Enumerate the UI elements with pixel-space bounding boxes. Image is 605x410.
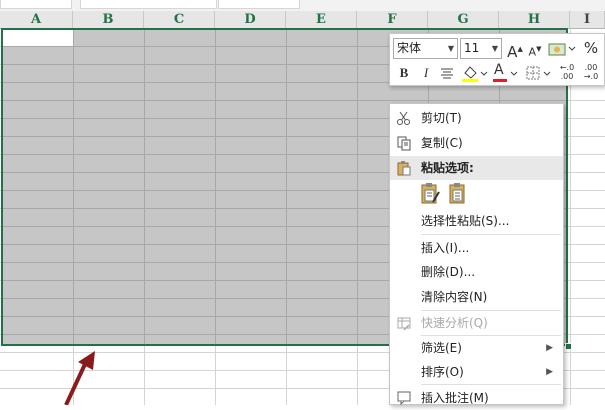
top-tab[interactable]: [80, 0, 217, 9]
column-header-b[interactable]: B: [73, 11, 144, 29]
bold-button[interactable]: B: [395, 63, 413, 83]
menu-item-label: 筛选(E): [421, 341, 462, 355]
increase-decimal-button[interactable]: ←.0 .00: [557, 63, 577, 83]
borders-button[interactable]: [524, 63, 552, 83]
decrease-font-button[interactable]: A▼: [527, 39, 543, 59]
column-header-f[interactable]: F: [357, 11, 428, 29]
menu-item-label: 清除内容(N): [421, 290, 488, 304]
paste-values-icon: [449, 183, 465, 204]
column-header-d[interactable]: D: [215, 11, 286, 29]
copy-icon: [397, 136, 411, 151]
menu-item-label: 插入批注(M): [421, 391, 489, 405]
paste-with-format-button[interactable]: [420, 182, 442, 206]
menu-item-label: 插入(I)...: [421, 241, 470, 255]
menu-item-label: 快速分析(Q): [421, 316, 488, 330]
comment-icon: [397, 391, 411, 406]
column-header-h[interactable]: H: [499, 11, 570, 29]
increase-font-button[interactable]: A▲: [507, 39, 523, 61]
menu-item-label: 粘贴选项:: [421, 161, 474, 175]
menu-item-paste-special[interactable]: 选择性粘贴(S)...: [390, 209, 563, 233]
menu-item-paste-options: 粘贴选项:: [390, 156, 563, 180]
top-tab[interactable]: [0, 0, 72, 9]
menu-item-label: 复制(C): [421, 136, 463, 150]
fill-handle[interactable]: [565, 343, 572, 350]
borders-icon: [526, 66, 551, 80]
menu-item-insert-comment[interactable]: 插入批注(M): [390, 386, 563, 410]
font-size-value: 11: [464, 41, 480, 55]
scissors-icon: [397, 111, 410, 125]
menu-separator: [421, 234, 561, 235]
fill-color-button[interactable]: [460, 63, 488, 83]
menu-item-label: 剪切(T): [421, 111, 462, 125]
menu-item-filter[interactable]: 筛选(E) ▶: [390, 336, 563, 360]
align-center-button[interactable]: [438, 63, 456, 83]
font-color-letter: A: [494, 62, 504, 78]
column-header-a[interactable]: A: [0, 11, 73, 29]
top-tab[interactable]: [218, 0, 300, 9]
menu-item-cut[interactable]: 剪切(T): [390, 106, 563, 130]
column-header-g[interactable]: G: [428, 11, 499, 29]
menu-item-label: 删除(D)...: [421, 265, 476, 279]
menu-item-label: 选择性粘贴(S)...: [421, 214, 510, 228]
menu-item-label: 排序(O): [421, 365, 464, 379]
column-header-i[interactable]: I: [570, 11, 605, 29]
chevron-right-icon: ▶: [546, 343, 553, 353]
context-menu: 剪切(T) 复制(C) 粘贴选项: 选择性粘贴(S)... 插入(I)... 删…: [389, 103, 564, 406]
menu-item-quick-analysis[interactable]: 快速分析(Q): [390, 311, 563, 335]
chevron-down-icon: ▼: [447, 44, 454, 53]
percent-style-button[interactable]: %: [581, 38, 601, 58]
font-size-select[interactable]: 11 ▼: [460, 38, 502, 59]
mini-toolbar: 宋体 ▼ 11 ▼ A▲ A▼ % B I A ←.0 .00 .00 →.0: [389, 33, 605, 86]
menu-item-copy[interactable]: 复制(C): [390, 131, 563, 155]
paste-format-icon: [421, 183, 440, 204]
column-header-c[interactable]: C: [144, 11, 215, 29]
menu-item-insert[interactable]: 插入(I)...: [390, 236, 563, 260]
menu-item-clear-contents[interactable]: 清除内容(N): [390, 285, 563, 309]
accounting-format-button[interactable]: [547, 39, 577, 59]
menu-item-delete[interactable]: 删除(D)...: [390, 260, 563, 284]
chevron-right-icon: ▶: [546, 367, 553, 377]
clipboard-icon: [397, 161, 411, 176]
decrease-decimal-button[interactable]: .00 →.0: [580, 63, 602, 83]
paint-bucket-icon: [462, 66, 488, 82]
quick-analysis-icon: [397, 317, 411, 331]
italic-button[interactable]: I: [417, 63, 435, 83]
paste-values-button[interactable]: [448, 182, 470, 206]
column-header-e[interactable]: E: [286, 11, 357, 29]
decrease-font-icon: A: [528, 45, 537, 59]
increase-font-icon: A: [507, 43, 518, 61]
menu-item-sort[interactable]: 排序(O) ▶: [390, 360, 563, 384]
align-center-icon: [441, 68, 453, 79]
menu-separator: [421, 384, 561, 385]
accounting-format-icon: [548, 43, 576, 56]
chevron-down-icon: ▼: [491, 44, 498, 53]
font-name-value: 宋体: [397, 41, 422, 55]
font-color-button[interactable]: A: [491, 62, 519, 83]
font-name-select[interactable]: 宋体 ▼: [393, 38, 458, 59]
